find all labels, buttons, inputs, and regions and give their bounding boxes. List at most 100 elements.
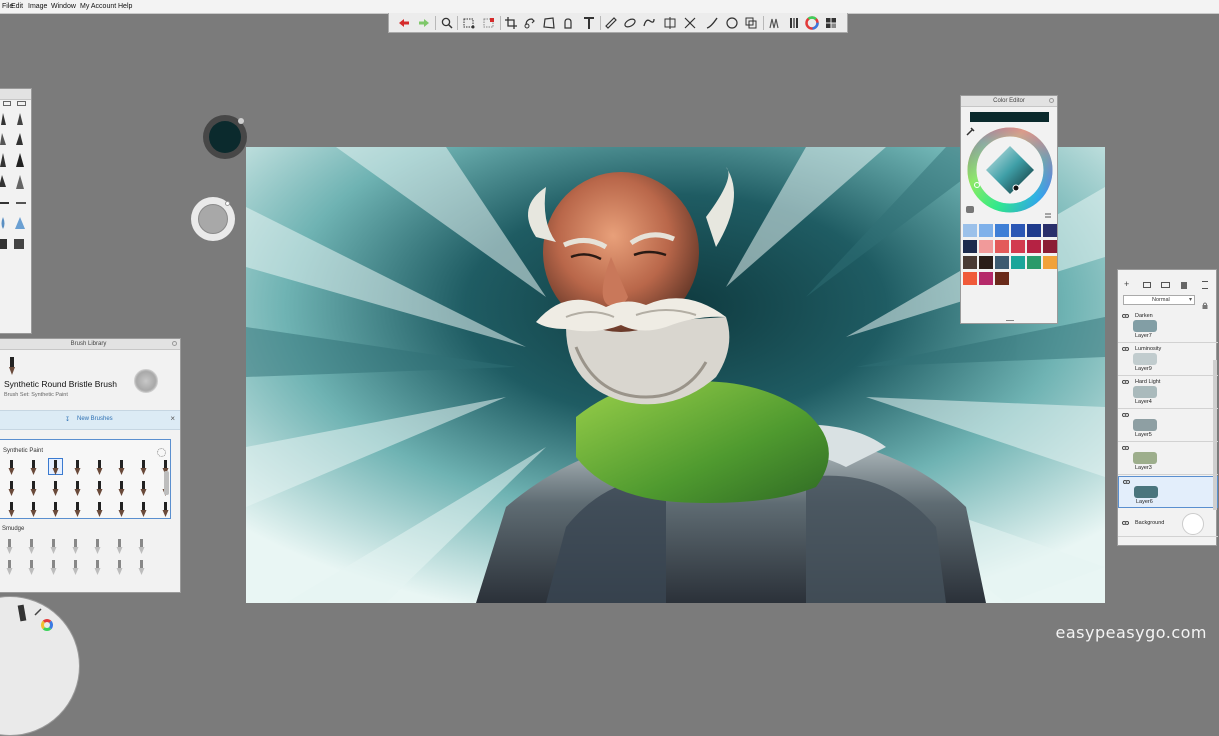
brush-preset-icon[interactable] xyxy=(95,502,104,518)
brush-preset-icon[interactable] xyxy=(51,460,60,476)
distort-icon[interactable] xyxy=(542,16,556,30)
layer-row[interactable]: Layer3 xyxy=(1118,443,1218,475)
zoom-icon[interactable] xyxy=(440,16,454,30)
brush-preset-icon[interactable] xyxy=(117,481,126,497)
brush-preset-icon[interactable] xyxy=(137,560,146,576)
add-folder-icon[interactable] xyxy=(1143,282,1151,288)
menu-window[interactable]: Window xyxy=(51,3,76,11)
brush-library-scrollbar[interactable] xyxy=(164,471,169,495)
palette-brushes[interactable] xyxy=(0,111,29,261)
swap-colors-icon[interactable] xyxy=(1044,206,1052,218)
delete-layer-icon[interactable] xyxy=(1181,282,1187,289)
lagoon-brush-icon[interactable] xyxy=(17,604,27,622)
layer-row[interactable]: Hard Light Layer4 xyxy=(1118,377,1218,409)
brush-preset-icon[interactable] xyxy=(137,539,146,555)
layers-scrollbar[interactable] xyxy=(1213,360,1217,510)
brush-preset-icon[interactable] xyxy=(115,560,124,576)
color-history-icon[interactable] xyxy=(966,206,974,213)
brush-preset-icon[interactable] xyxy=(95,481,104,497)
layer-menu-icon[interactable] xyxy=(1202,281,1208,289)
text-icon[interactable] xyxy=(582,16,596,30)
color-swatch[interactable] xyxy=(979,256,993,269)
color-swatch[interactable] xyxy=(963,224,977,237)
color-swatch[interactable] xyxy=(1027,256,1041,269)
layer-row-background[interactable]: Background xyxy=(1118,509,1218,537)
lasso-select-icon[interactable] xyxy=(462,16,476,30)
brush-preset-icon[interactable] xyxy=(93,560,102,576)
brush-preset-icon[interactable] xyxy=(73,502,82,518)
palette-menu-icon[interactable] xyxy=(3,101,11,106)
color-wheel-icon[interactable] xyxy=(805,16,819,30)
color-swatch[interactable] xyxy=(1043,240,1057,253)
brush-preset-icon[interactable] xyxy=(51,502,60,518)
brush-preset-icon[interactable] xyxy=(7,481,16,497)
color-puck[interactable] xyxy=(203,115,247,159)
visibility-eye-icon[interactable] xyxy=(1122,347,1129,351)
symmetry-icon[interactable] xyxy=(663,16,677,30)
menu-my-account[interactable]: My Account xyxy=(80,3,116,11)
visibility-eye-icon[interactable] xyxy=(1122,413,1129,417)
brush-preset-icon[interactable] xyxy=(27,560,36,576)
brush-preset-icon[interactable] xyxy=(71,560,80,576)
color-swatch[interactable] xyxy=(995,224,1009,237)
french-curve-icon[interactable] xyxy=(642,16,656,30)
layers-toggle-icon[interactable] xyxy=(824,16,838,30)
visibility-eye-icon[interactable] xyxy=(1122,380,1129,384)
color-swatch[interactable] xyxy=(1027,240,1041,253)
brush-preset-icon[interactable] xyxy=(73,460,82,476)
brush-preset-icon[interactable] xyxy=(7,460,16,476)
stroke-icon[interactable] xyxy=(705,16,719,30)
brush-preset-icon[interactable] xyxy=(139,481,148,497)
brush-library-close-icon[interactable] xyxy=(172,341,177,346)
brush-preset-icon[interactable] xyxy=(29,460,38,476)
color-swatch[interactable] xyxy=(1011,256,1025,269)
stamp-icon[interactable] xyxy=(561,16,575,30)
background-color-swatch[interactable] xyxy=(1182,513,1204,535)
brush-preset-icon[interactable] xyxy=(139,502,148,518)
brush-library-icon[interactable] xyxy=(787,16,801,30)
color-swatch[interactable] xyxy=(979,224,993,237)
brush-preset-icon[interactable] xyxy=(51,481,60,497)
palette-expand-icon[interactable] xyxy=(17,101,26,106)
perspective-icon[interactable] xyxy=(683,16,697,30)
menu-edit[interactable]: Edit xyxy=(11,3,23,11)
brush-preset-icon[interactable] xyxy=(71,539,80,555)
layer-row[interactable]: Layer5 xyxy=(1118,410,1218,442)
color-swatch[interactable] xyxy=(1043,224,1057,237)
eyedropper-icon[interactable] xyxy=(965,126,975,136)
visibility-eye-icon[interactable] xyxy=(1122,446,1129,450)
color-swatch[interactable] xyxy=(1043,256,1057,269)
brush-preset-icon[interactable] xyxy=(29,502,38,518)
add-layer-icon[interactable]: + xyxy=(1124,279,1129,289)
brush-preset-icon[interactable] xyxy=(161,502,170,518)
new-brushes-bar[interactable]: ↧ New Brushes × xyxy=(0,410,180,430)
visibility-eye-icon[interactable] xyxy=(1122,314,1129,318)
color-wheel[interactable] xyxy=(964,124,1056,216)
brush-preset-icon[interactable] xyxy=(93,539,102,555)
brush-preset-icon[interactable] xyxy=(27,539,36,555)
ellipse-guide-icon[interactable] xyxy=(623,16,637,30)
brush-size-puck[interactable] xyxy=(191,197,235,241)
set-options-icon[interactable] xyxy=(157,448,166,457)
color-swatch[interactable] xyxy=(979,240,993,253)
color-swatch[interactable] xyxy=(1011,224,1025,237)
magic-wand-icon[interactable] xyxy=(482,16,496,30)
brush-preset-icon[interactable] xyxy=(139,460,148,476)
brush-preset-icon[interactable] xyxy=(5,539,14,555)
color-swatch[interactable] xyxy=(963,256,977,269)
menu-image[interactable]: Image xyxy=(28,3,47,11)
menu-help[interactable]: Help xyxy=(118,3,132,11)
shape-icon[interactable] xyxy=(725,16,739,30)
transform-icon[interactable] xyxy=(523,16,537,30)
color-swatch[interactable] xyxy=(995,256,1009,269)
ruler-icon[interactable] xyxy=(604,16,618,30)
blend-mode-select[interactable]: Normal ▾ xyxy=(1123,295,1195,305)
color-swatch[interactable] xyxy=(995,240,1009,253)
brush-preset-icon[interactable] xyxy=(5,560,14,576)
layer-row[interactable]: Darken Layer7 xyxy=(1118,311,1218,343)
copic-icon[interactable] xyxy=(767,16,781,30)
add-image-layer-icon[interactable] xyxy=(1161,282,1170,288)
brush-preset-icon[interactable] xyxy=(49,539,58,555)
brush-preset-icon[interactable] xyxy=(117,502,126,518)
brush-preset-icon[interactable] xyxy=(95,460,104,476)
